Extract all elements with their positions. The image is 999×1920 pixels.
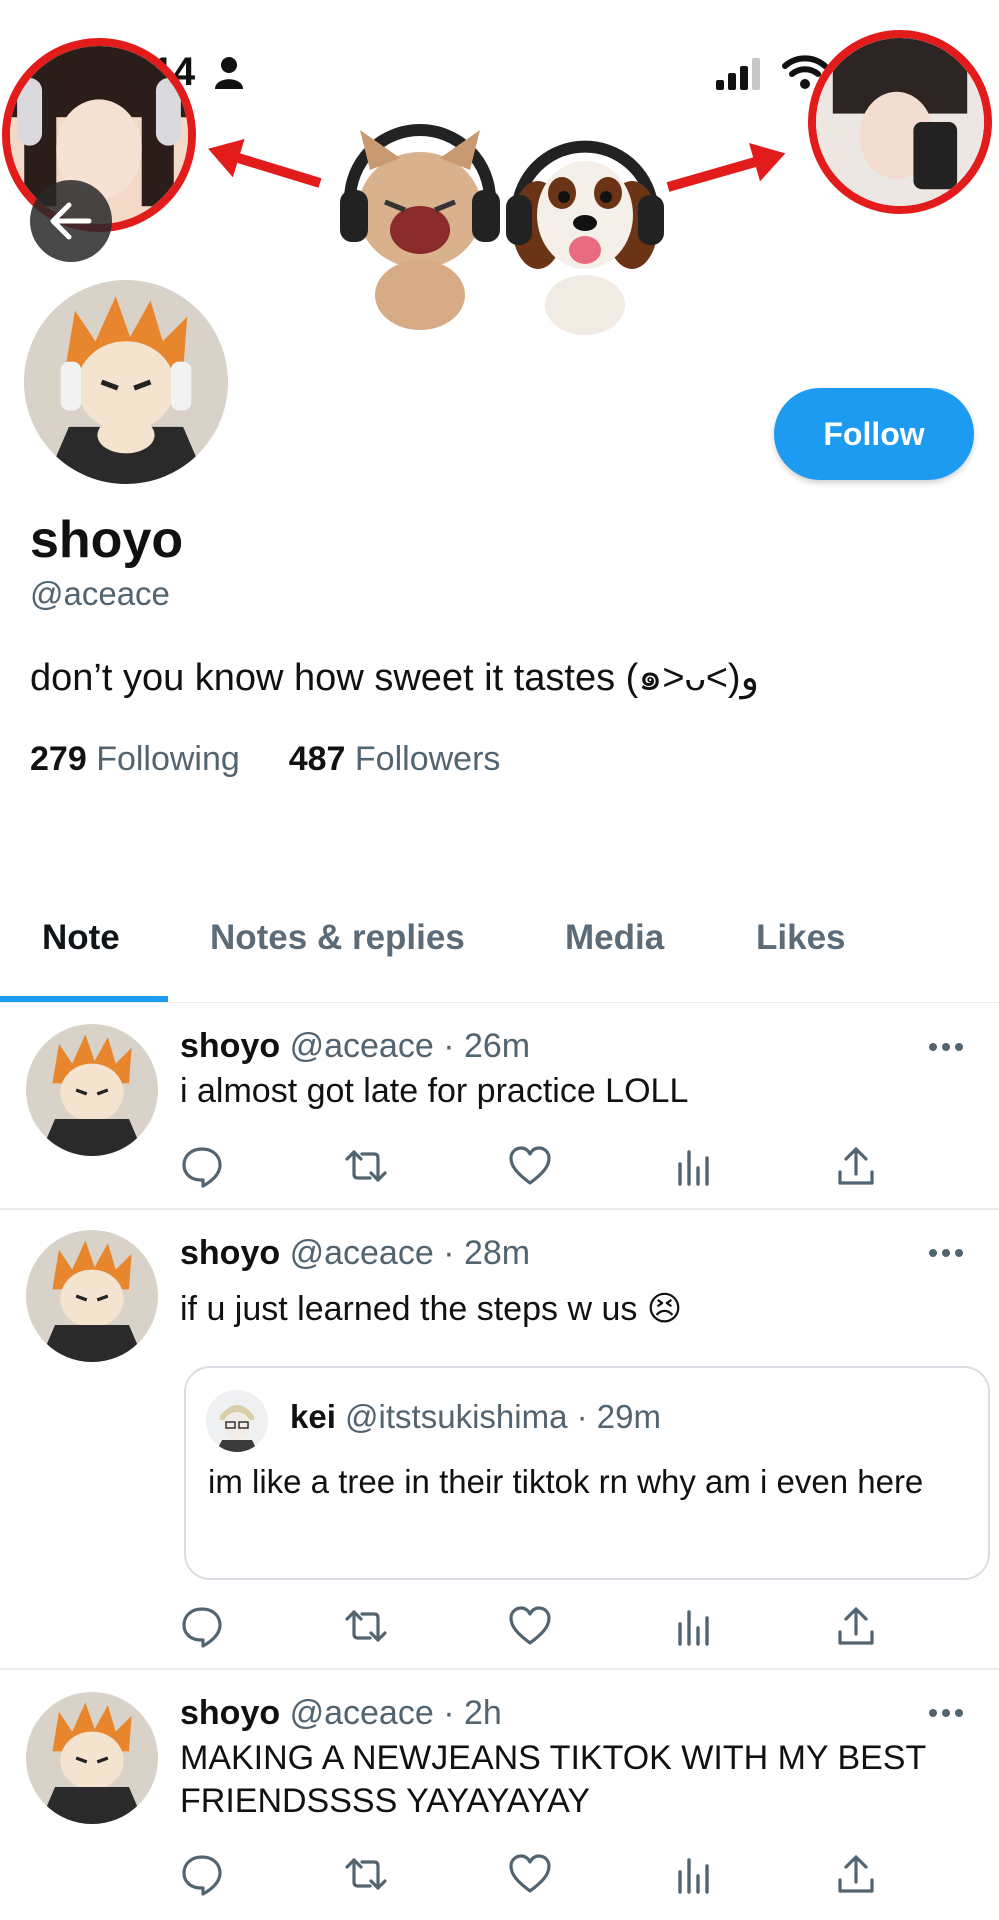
post-timestamp: · 2h [443, 1694, 502, 1732]
red-arrow-right [666, 154, 766, 192]
post-timestamp: · 28m [443, 1234, 531, 1272]
share-icon[interactable] [834, 1852, 878, 1896]
post-actions [180, 1144, 880, 1194]
profile-avatar[interactable] [24, 280, 228, 484]
post-author-name[interactable]: shoyo [180, 1694, 280, 1732]
reply-icon[interactable] [180, 1604, 224, 1648]
post-avatar[interactable] [26, 1230, 158, 1362]
views-icon[interactable] [672, 1144, 716, 1188]
post-actions [180, 1852, 880, 1902]
following-count: 279 [30, 740, 87, 778]
post-timestamp: · 26m [443, 1027, 531, 1065]
post-text: i almost got late for practice LOLL [180, 1072, 689, 1110]
post-header: shoyo @aceace · 26m [180, 1027, 530, 1066]
post-author-handle: @aceace [289, 1234, 434, 1272]
follow-button[interactable]: Follow [774, 388, 974, 480]
profile-bio: don’t you know how sweet it tastes (๑˃ᴗ˂… [30, 657, 759, 699]
quoted-header: kei @itstsukishima · 29m [290, 1398, 661, 1436]
profile-stats: 279 Following 487 Followers [30, 740, 500, 779]
quoted-timestamp: · 29m [576, 1398, 661, 1435]
quoted-post[interactable]: kei @itstsukishima · 29m im like a tree … [184, 1366, 990, 1580]
retweet-icon[interactable] [344, 1604, 388, 1648]
profile-display-name: shoyo [30, 511, 184, 569]
retweet-icon[interactable] [344, 1144, 388, 1188]
reply-icon[interactable] [180, 1852, 224, 1896]
back-arrow-icon [50, 202, 92, 240]
reply-icon[interactable] [180, 1144, 224, 1188]
views-icon[interactable] [672, 1852, 716, 1896]
post-text: MAKING A NEWJEANS TIKTOK WITH MY BEST FR… [180, 1739, 926, 1820]
more-icon[interactable] [928, 1708, 964, 1718]
followers-label: Followers [354, 740, 501, 778]
signal-icon [716, 58, 760, 90]
followers-link[interactable]: 487 Followers [289, 740, 501, 778]
quoted-author-name: kei [290, 1398, 336, 1435]
following-label: Following [96, 740, 240, 778]
quoted-avatar[interactable] [206, 1390, 268, 1452]
person-icon [215, 57, 243, 89]
share-icon[interactable] [834, 1144, 878, 1188]
post-author-handle: @aceace [289, 1027, 434, 1065]
share-icon[interactable] [834, 1604, 878, 1648]
post-header: shoyo @aceace · 28m [180, 1234, 530, 1273]
more-icon[interactable] [928, 1042, 964, 1052]
post-actions [180, 1604, 880, 1654]
tab-likes[interactable]: Likes [756, 918, 846, 958]
post-author-handle: @aceace [289, 1694, 434, 1732]
dog-headphones-sticker [506, 140, 664, 335]
post-text: if u just learned the steps w us 😣 [180, 1290, 683, 1328]
tab-media[interactable]: Media [565, 918, 664, 958]
cat-headphones-sticker [340, 124, 500, 330]
tab-notes-replies[interactable]: Notes & replies [210, 918, 465, 958]
post-avatar[interactable] [26, 1024, 158, 1156]
post-author-name[interactable]: shoyo [180, 1027, 280, 1065]
like-icon[interactable] [508, 1144, 552, 1188]
quoted-text: im like a tree in their tiktok rn why am… [208, 1463, 924, 1500]
post-header: shoyo @aceace · 2h [180, 1694, 502, 1733]
post-avatar[interactable] [26, 1692, 158, 1824]
views-icon[interactable] [672, 1604, 716, 1648]
tab-note[interactable]: Note [42, 918, 120, 958]
quoted-author-handle: @itstsukishima [345, 1398, 568, 1435]
more-icon[interactable] [928, 1248, 964, 1258]
red-arrow-left [227, 150, 322, 188]
like-icon[interactable] [508, 1852, 552, 1896]
followers-count: 487 [288, 740, 346, 778]
post-author-name[interactable]: shoyo [180, 1234, 280, 1272]
like-icon[interactable] [508, 1604, 552, 1648]
following-link[interactable]: 279 Following [30, 740, 240, 778]
profile-handle: @aceace [30, 575, 170, 612]
retweet-icon[interactable] [344, 1852, 388, 1896]
decorative-photo-right [808, 30, 992, 214]
back-button[interactable] [30, 180, 112, 262]
